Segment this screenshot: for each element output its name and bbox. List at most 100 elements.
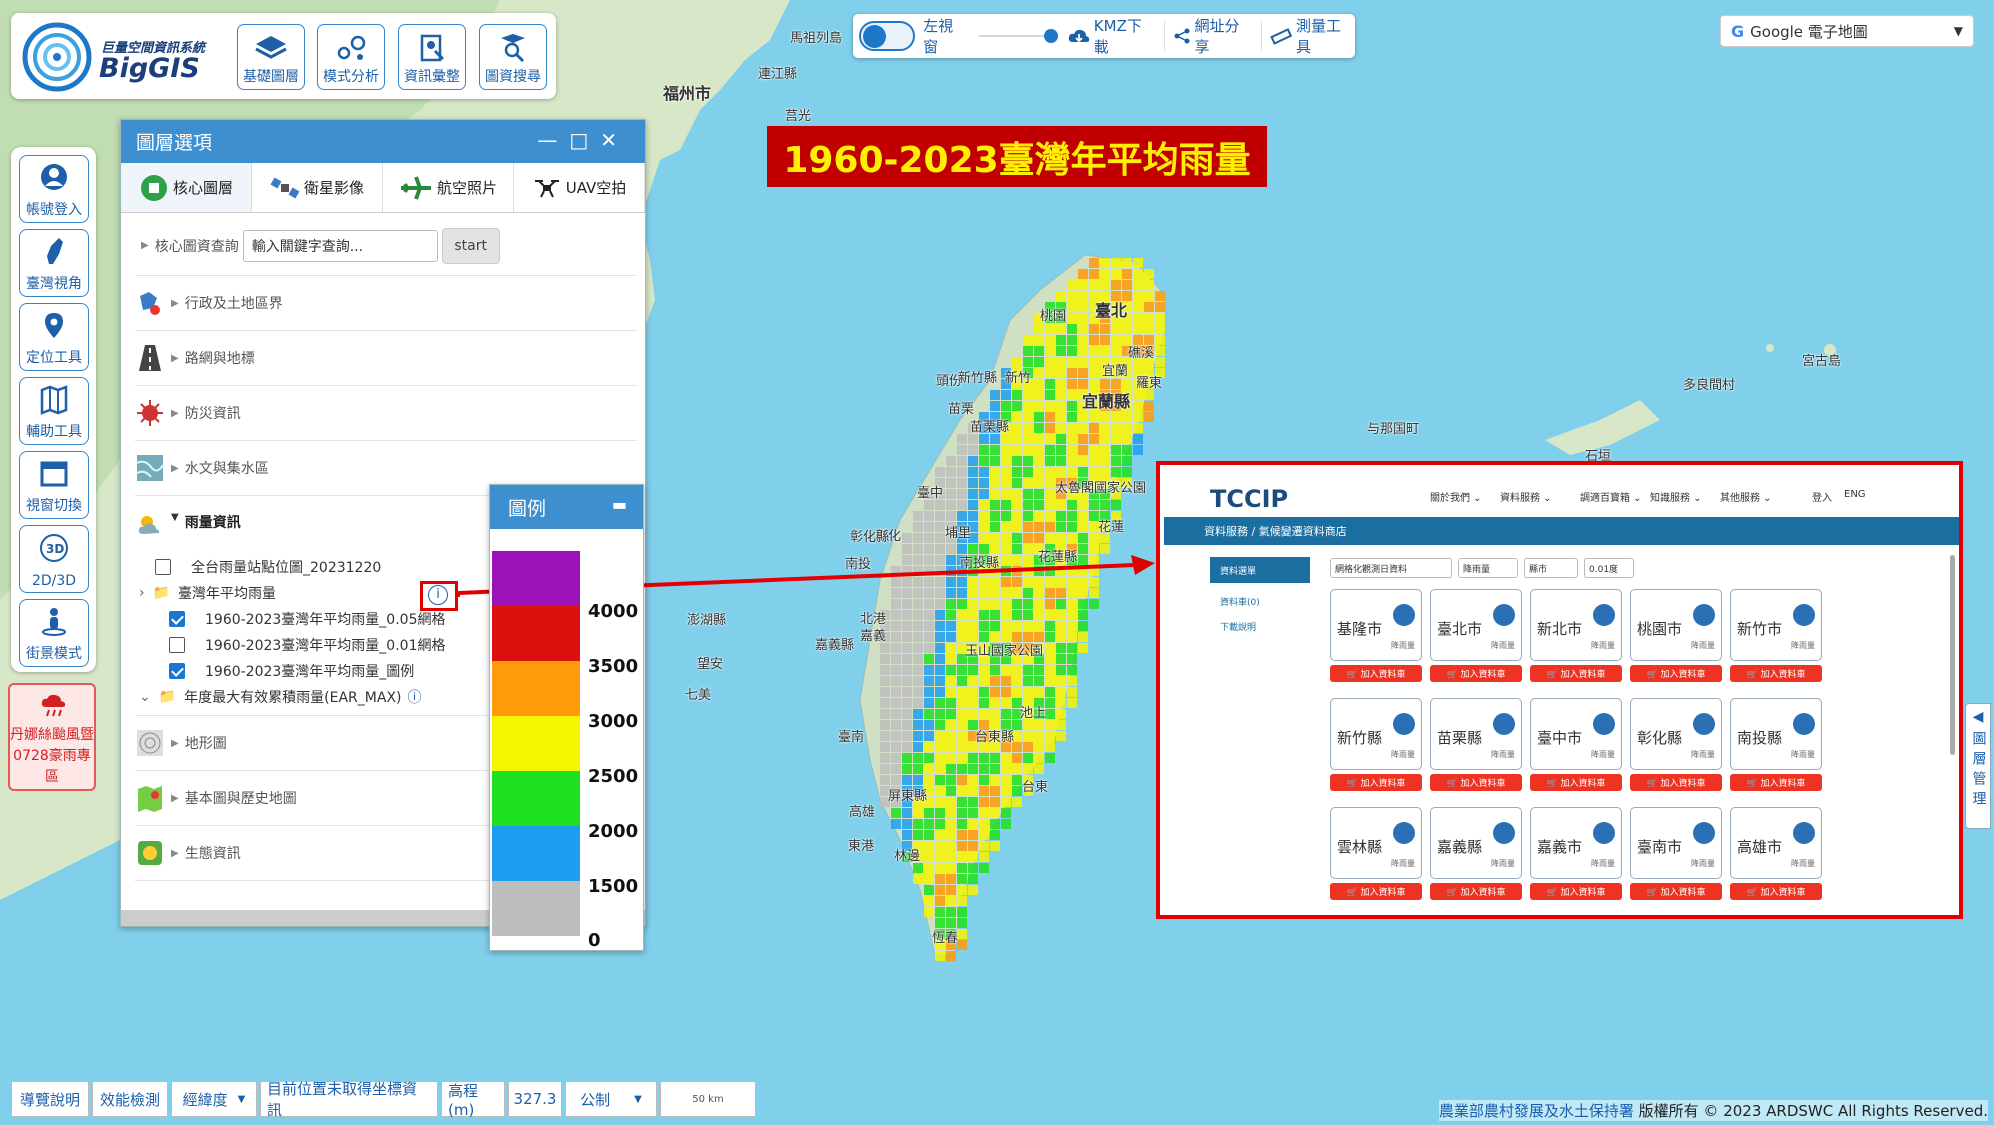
basemap-select[interactable]: G Google 電子地圖 ▼ (1720, 15, 1974, 47)
tccip-side-cart[interactable]: 資料車(0) (1220, 595, 1260, 608)
split-window-toggle[interactable] (859, 21, 916, 51)
tccip-side-menu[interactable]: 資料選單 (1210, 557, 1310, 583)
layer-checkbox[interactable] (169, 637, 185, 653)
window-switch-button[interactable]: 視窗切換 (19, 451, 89, 519)
layer-checkbox[interactable] (155, 559, 171, 575)
category-disaster[interactable]: ▶ 防災資訊 (135, 386, 637, 441)
tccip-nav-item[interactable]: 登入 (1812, 489, 1832, 504)
city-card[interactable]: 苗栗縣 降雨量 (1430, 698, 1522, 770)
city-card[interactable]: 新北市 降雨量 (1530, 589, 1622, 661)
add-to-cart-button[interactable]: 🛒 加入資料車 (1330, 883, 1422, 900)
rain-grid-cell (1023, 687, 1033, 697)
tab-aerial[interactable]: 航空照片 (383, 163, 514, 212)
kmz-download-button[interactable]: KMZ下載 (1068, 15, 1156, 57)
layer-grid-001[interactable]: 1960-2023臺灣年平均雨量_0.01網格 (169, 635, 445, 655)
guide-button[interactable]: 導覽說明 (11, 1081, 89, 1117)
city-card[interactable]: 桃園市 降雨量 (1630, 589, 1722, 661)
add-to-cart-button[interactable]: 🛒 加入資料車 (1730, 774, 1822, 791)
minimize-icon[interactable]: — (537, 128, 569, 152)
info-icon[interactable]: i (428, 585, 448, 605)
maximize-icon[interactable]: □ (569, 128, 600, 152)
folder-icon: 📁 (152, 585, 171, 601)
city-card[interactable]: 雲林縣 降雨量 (1330, 807, 1422, 879)
city-card[interactable]: 新竹縣 降雨量 (1330, 698, 1422, 770)
map-search-button[interactable]: 圖資搜尋 (479, 24, 547, 90)
city-card[interactable]: 臺中市 降雨量 (1530, 698, 1622, 770)
minimize-icon[interactable]: ▬ (612, 495, 627, 514)
category-roads[interactable]: ▶ 路網與地標 (135, 331, 637, 386)
rain-grid-cell (1012, 390, 1022, 400)
add-to-cart-button[interactable]: 🛒 加入資料車 (1530, 665, 1622, 682)
add-to-cart-button[interactable]: 🛒 加入資料車 (1430, 665, 1522, 682)
add-to-cart-button[interactable]: 🛒 加入資料車 (1530, 883, 1622, 900)
tccip-nav-item[interactable]: 其他服務 ⌄ (1720, 489, 1772, 504)
city-card[interactable]: 嘉義市 降雨量 (1530, 807, 1622, 879)
city-card[interactable]: 臺北市 降雨量 (1430, 589, 1522, 661)
category-admin-boundary[interactable]: ▶ 行政及土地區界 (135, 276, 637, 331)
layer-manage-tab[interactable]: ◀ 圖層管理 (1965, 703, 1991, 829)
add-to-cart-button[interactable]: 🛒 加入資料車 (1330, 665, 1422, 682)
layer-legend[interactable]: 1960-2023臺灣年平均雨量_圖例 (169, 661, 414, 681)
unit-select[interactable]: 公制 ▼ (565, 1081, 657, 1117)
base-layer-button[interactable]: 基礎圖層 (237, 24, 305, 90)
info-summary-button[interactable]: 資訊彙整 (398, 24, 466, 90)
tccip-filter-resolution[interactable]: 0.01度 (1584, 558, 1634, 578)
tab-uav[interactable]: UAV空拍 (514, 163, 645, 212)
info-icon[interactable]: ⓘ (408, 687, 422, 707)
tccip-filter-region[interactable]: 縣市 (1524, 558, 1578, 578)
typhoon-special-button[interactable]: 丹娜絲颱風暨0728豪雨專區 (8, 683, 96, 791)
dimension-toggle-button[interactable]: 3D 2D/3D (19, 525, 89, 593)
rain-grid-cell (1045, 390, 1055, 400)
add-to-cart-button[interactable]: 🛒 加入資料車 (1730, 883, 1822, 900)
login-button[interactable]: 帳號登入 (19, 155, 89, 223)
add-to-cart-button[interactable]: 🛒 加入資料車 (1430, 774, 1522, 791)
city-card[interactable]: 臺南市 降雨量 (1630, 807, 1722, 879)
tccip-nav-item[interactable]: 知識服務 ⌄ (1650, 489, 1702, 504)
tccip-nav-item[interactable]: 關於我們 ⌄ (1430, 489, 1482, 504)
close-icon[interactable]: ✕ (600, 128, 629, 152)
add-to-cart-button[interactable]: 🛒 加入資料車 (1330, 774, 1422, 791)
rain-grid-cell (979, 621, 989, 631)
city-card[interactable]: 彰化縣 降雨量 (1630, 698, 1722, 770)
performance-button[interactable]: 效能檢測 (92, 1081, 168, 1117)
tccip-nav-item[interactable]: 調適百寶箱 ⌄ (1580, 489, 1642, 504)
layer-rain-stations[interactable]: 全台雨量站點位圖_20231220 (155, 557, 381, 577)
add-to-cart-button[interactable]: 🛒 加入資料車 (1630, 665, 1722, 682)
city-card[interactable]: 高雄市 降雨量 (1730, 807, 1822, 879)
tccip-filter-dataset[interactable]: 網格化觀測日資料 (1330, 558, 1452, 578)
folder-earmax[interactable]: ⌄ 📁 年度最大有效累積雨量(EAR_MAX) ⓘ (139, 687, 422, 707)
taiwan-view-button[interactable]: 臺灣視角 (19, 229, 89, 297)
core-search-input[interactable]: 輸入關鍵字查詢... (242, 229, 438, 262)
city-card[interactable]: 基隆市 降雨量 (1330, 589, 1422, 661)
add-to-cart-button[interactable]: 🛒 加入資料車 (1730, 665, 1822, 682)
model-analysis-button[interactable]: 模式分析 (317, 24, 385, 90)
city-card[interactable]: 嘉義縣 降雨量 (1430, 807, 1522, 879)
add-to-cart-button[interactable]: 🛒 加入資料車 (1430, 883, 1522, 900)
rain-grid-cell (1089, 412, 1099, 422)
tccip-nav-item[interactable]: 資料服務 ⌄ (1500, 489, 1552, 504)
tccip-nav-item[interactable]: ENG (1844, 489, 1866, 500)
add-to-cart-button[interactable]: 🛒 加入資料車 (1530, 774, 1622, 791)
city-card[interactable]: 新竹市 降雨量 (1730, 589, 1822, 661)
opacity-slider[interactable] (979, 29, 1059, 43)
layer-grid-005[interactable]: 1960-2023臺灣年平均雨量_0.05網格 (169, 609, 445, 629)
layer-checkbox[interactable] (169, 611, 185, 627)
rain-grid-cell (880, 665, 890, 675)
folder-annual-rain[interactable]: › 📁 臺灣年平均雨量 (139, 583, 276, 603)
share-url-button[interactable]: 網址分享 (1173, 15, 1254, 57)
locate-tool-button[interactable]: 定位工具 (19, 303, 89, 371)
add-to-cart-button[interactable]: 🛒 加入資料車 (1630, 883, 1722, 900)
coord-system-select[interactable]: 經緯度 ▼ (171, 1081, 257, 1117)
assist-tool-button[interactable]: 輔助工具 (19, 377, 89, 445)
copyright-org-link[interactable]: 農業部農村發展及水土保持署 (1439, 1102, 1634, 1120)
measure-tool-button[interactable]: 測量工具 (1270, 15, 1355, 57)
tab-core-layers[interactable]: 核心圖層 (121, 163, 252, 212)
tccip-side-download[interactable]: 下載說明 (1220, 620, 1256, 633)
search-start-button[interactable]: start (441, 227, 500, 264)
street-view-button[interactable]: 街景模式 (19, 599, 89, 667)
tab-satellite[interactable]: 衛星影像 (252, 163, 383, 212)
tccip-filter-variable[interactable]: 降雨量 (1458, 558, 1518, 578)
city-card[interactable]: 南投縣 降雨量 (1730, 698, 1822, 770)
layer-checkbox[interactable] (169, 663, 185, 679)
add-to-cart-button[interactable]: 🛒 加入資料車 (1630, 774, 1722, 791)
